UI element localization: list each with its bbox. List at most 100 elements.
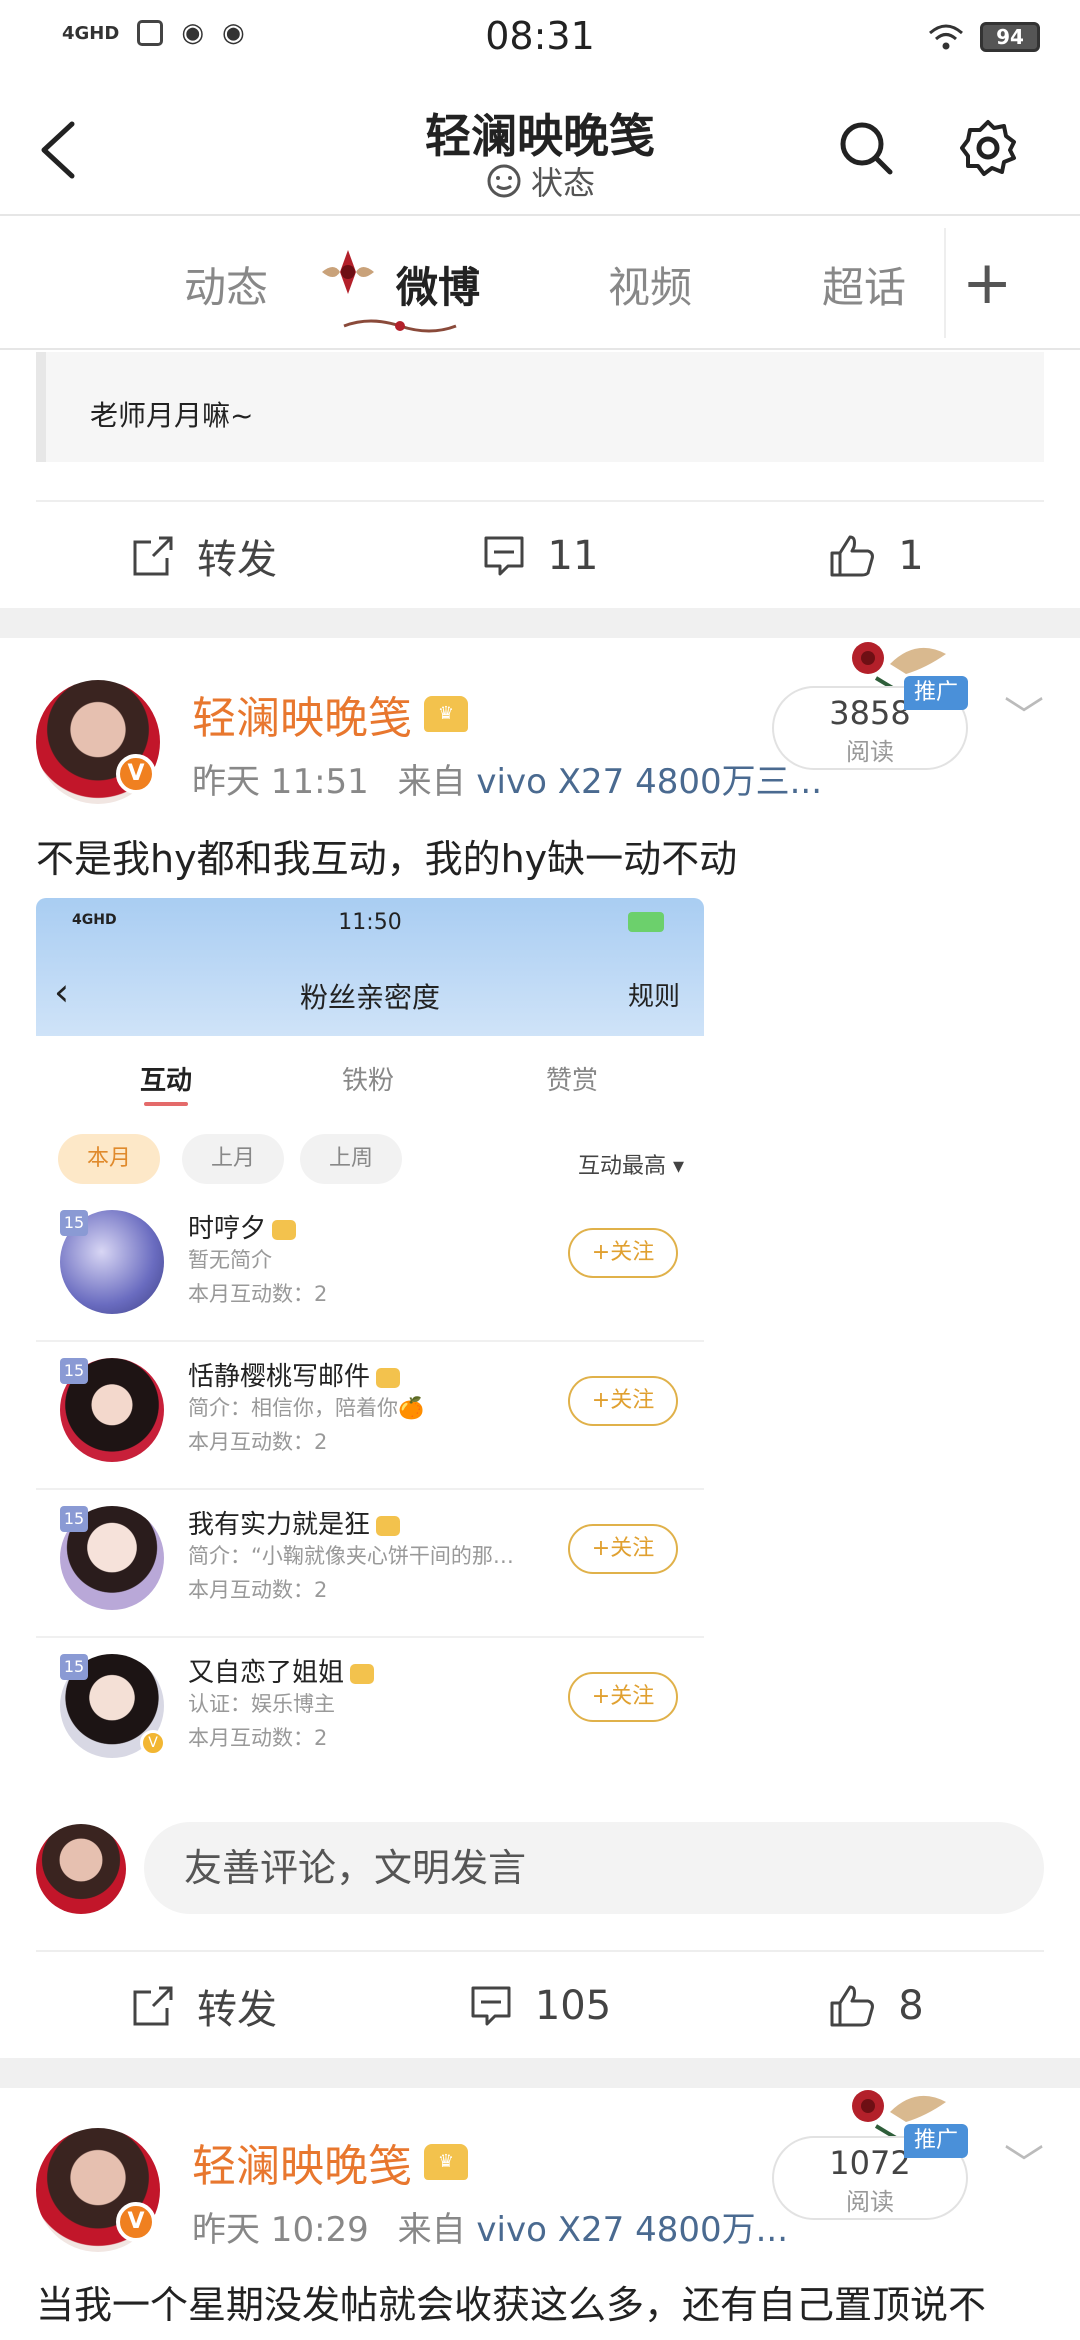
tab-video[interactable]: 视频 [608, 254, 692, 315]
image-chip-this-month: 本月 [58, 1134, 160, 1184]
clock: 08:31 [485, 14, 595, 58]
repost-button[interactable]: 转发 [36, 1952, 372, 2060]
tab-super-topic[interactable]: 超话 [822, 254, 906, 315]
username[interactable]: 轻澜映晚笺 [192, 682, 412, 746]
username[interactable]: 轻澜映晚笺 [192, 2130, 412, 2194]
image-fan-bio: 简介：“小鞠就像夹心饼干间的那… [188, 1544, 514, 1568]
comment-count: 11 [547, 533, 599, 579]
image-fan-count: 本月互动数：2 [188, 1726, 328, 1750]
post-image[interactable]: 4GHD 11:50 ‹ 粉丝亲密度 规则 互动 铁粉 赞赏 本月 上月 上周 … [36, 898, 704, 1770]
battery-indicator: 94 [980, 22, 1040, 52]
status-right: 94 [928, 22, 1040, 52]
post-action-bar: 转发 105 8 [36, 1950, 1044, 2060]
thumbs-up-icon [830, 535, 875, 577]
image-fan-row: 15 恬静樱桃写邮件 简介：相信你，陪着你🍊 本月互动数：2 +关注 [36, 1342, 704, 1490]
image-fan-name: 时哼夕 [188, 1214, 267, 1244]
read-label: 阅读 [846, 738, 894, 766]
repost-icon [133, 536, 173, 576]
image-fan-name: 又自恋了姐姐 [188, 1658, 345, 1688]
image-chip-last-week: 上周 [300, 1134, 402, 1184]
image-fan-row: 15 我有实力就是狂 简介：“小鞠就像夹心饼干间的那… 本月互动数：2 +关注 [36, 1490, 704, 1638]
image-fan-count: 本月互动数：2 [188, 1578, 328, 1602]
quoted-comment[interactable]: 老师月月嘛~ [36, 352, 1044, 462]
read-label: 阅读 [846, 2188, 894, 2216]
image-fan-name-line: 恬静樱桃写邮件 [188, 1356, 401, 1393]
top-bar: 轻澜映晚笺 状态 [0, 80, 1080, 216]
status-face-icon [487, 164, 521, 198]
post-meta: 昨天 10:29 来自 vivo X27 4800万... [192, 2202, 788, 2251]
verified-badge-icon: V [116, 2202, 156, 2242]
promote-badge[interactable]: 推广 [904, 676, 968, 710]
post-time: 昨天 11:51 [192, 762, 369, 802]
repost-label: 转发 [197, 537, 277, 583]
post-author: 轻澜映晚笺 ♛ [192, 682, 468, 746]
image-fan-level: 15 [60, 1358, 88, 1384]
comment-input[interactable]: 友善评论，文明发言 [144, 1822, 1044, 1914]
image-fan-name-line: 时哼夕 [188, 1208, 297, 1245]
post-meta: 昨天 11:51 来自 vivo X27 4800万三... [192, 754, 822, 803]
quoted-comment-text: 老师月月嘛~ [90, 399, 254, 432]
chevron-down-icon[interactable]: ﹀ [1004, 2132, 1044, 2190]
image-clock: 11:50 [338, 910, 402, 935]
member-crown-icon [272, 1219, 297, 1240]
image-follow-button: +关注 [568, 1376, 678, 1426]
page-title: 轻澜映晚笺 [425, 109, 655, 163]
comment-icon [484, 536, 524, 576]
repost-button[interactable]: 转发 [36, 502, 372, 610]
verified-badge-icon: V [116, 754, 156, 794]
member-crown-icon [350, 1663, 375, 1684]
tab-active-decoration [340, 316, 460, 336]
comment-count: 105 [534, 1983, 612, 2029]
image-fan-name: 恬静樱桃写邮件 [188, 1362, 371, 1392]
status-label: 状态 [530, 164, 595, 202]
image-fan-row: 15 时哼夕 暂无简介 本月互动数：2 +关注 [36, 1194, 704, 1342]
image-follow-button: +关注 [568, 1524, 678, 1574]
wifi-icon [929, 24, 963, 50]
profile-tabs: 动态 微博 视频 超话 + [0, 218, 1080, 350]
image-fan-count: 本月互动数：2 [188, 1282, 328, 1306]
previous-post-fragment: 老师月月嘛~ 转发 11 1 [0, 352, 1080, 608]
member-crown-icon: ♛ [424, 696, 468, 732]
from-label: 来自 [397, 2210, 466, 2250]
like-button[interactable]: 1 [708, 502, 1044, 610]
comment-button[interactable]: 11 [372, 502, 708, 610]
comment-button[interactable]: 105 [372, 1952, 708, 2060]
post-source[interactable]: vivo X27 4800万三... [476, 762, 822, 802]
promote-badge[interactable]: 推广 [904, 2124, 968, 2158]
like-button[interactable]: 8 [708, 1952, 1044, 2060]
repost-icon [133, 1986, 173, 2026]
from-label: 来自 [397, 762, 466, 802]
like-count: 1 [898, 533, 924, 579]
image-title: 粉丝亲密度 [299, 981, 440, 1014]
image-sort-label: 互动最高 [577, 1154, 666, 1179]
status-link[interactable]: 状态 [0, 158, 1080, 204]
like-count: 8 [898, 1983, 924, 2029]
image-fan-count: 本月互动数：2 [188, 1430, 328, 1454]
tab-dynamic[interactable]: 动态 [184, 254, 268, 315]
post-time: 昨天 10:29 [192, 2210, 369, 2250]
search-icon[interactable] [836, 118, 896, 178]
member-crown-icon [376, 1515, 401, 1536]
image-sort-dropdown: 互动最高 ▾ [577, 1154, 684, 1179]
image-fan-row: 15 V 又自恋了姐姐 认证：娱乐博主 本月互动数：2 +关注 [36, 1638, 704, 1770]
thumbs-up-icon [830, 1985, 875, 2027]
post-action-bar: 转发 11 1 [36, 500, 1044, 610]
image-fan-name-line: 我有实力就是狂 [188, 1504, 401, 1541]
tab-weibo[interactable]: 微博 [396, 254, 480, 315]
repost-label: 转发 [197, 1987, 277, 2033]
chevron-down-icon[interactable]: ﹀ [1004, 684, 1044, 742]
post-source[interactable]: vivo X27 4800万... [476, 2210, 788, 2250]
comment-user-avatar [36, 1824, 126, 1914]
image-chip-last-month: 上月 [182, 1134, 284, 1184]
image-tab-interact: 互动 [140, 1066, 193, 1096]
image-verified-icon: V [140, 1730, 166, 1756]
image-fan-level: 15 [60, 1506, 88, 1532]
image-fan-level: 15 [60, 1210, 88, 1236]
image-fan-name-line: 又自恋了姐姐 [188, 1652, 375, 1689]
tab-ornament-icon [318, 248, 378, 298]
tab-divider [944, 228, 946, 338]
image-rules-link: 规则 [627, 982, 680, 1012]
add-tab-button[interactable]: + [962, 248, 1012, 318]
image-fan-level: 15 [60, 1654, 88, 1680]
gear-icon[interactable] [958, 118, 1018, 178]
